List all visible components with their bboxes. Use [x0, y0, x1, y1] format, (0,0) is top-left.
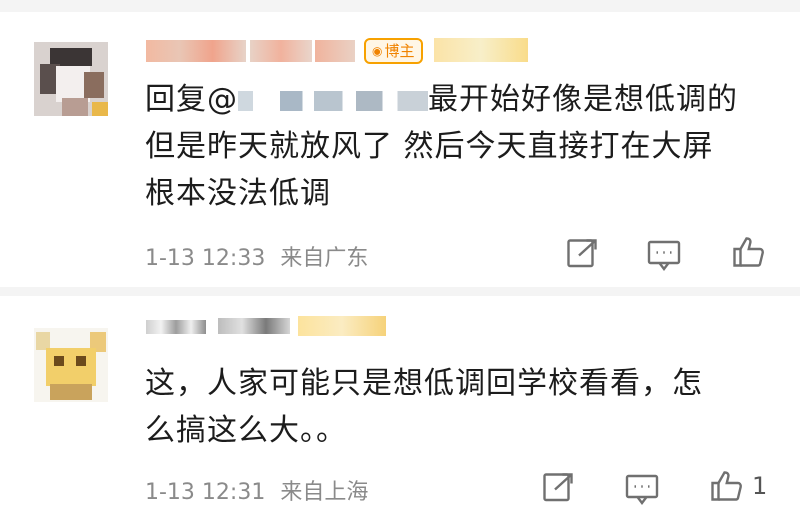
- share-icon[interactable]: [564, 236, 600, 272]
- comment-text: 这，人家可能只是想低调回学校看看，怎 么搞这么大。。: [145, 360, 765, 454]
- comment-card: ◉ 博主 回复@ 最开始好像是想低调的 但是昨天就放风了 然后今天直接打在大屏 根…: [0, 12, 800, 287]
- comment-location: 来自上海: [280, 480, 369, 505]
- like-count: 1: [752, 472, 768, 500]
- comment-icon[interactable]: [646, 236, 682, 272]
- comment-time: 1-13 12:33: [145, 246, 266, 271]
- mention-blurred[interactable]: [238, 90, 428, 111]
- weibo-icon: ◉: [372, 44, 383, 58]
- badge-blurred: [434, 38, 528, 62]
- like-icon[interactable]: [730, 234, 766, 270]
- comment-line: 么搞这么大。。: [145, 413, 347, 448]
- comment-line: 根本没法低调: [145, 176, 331, 211]
- like-icon[interactable]: [708, 468, 744, 504]
- comment-line: 回复@ 最开始好像是想低调的: [145, 76, 765, 123]
- comment-card: 这，人家可能只是想低调回学校看看，怎 么搞这么大。。 1-13 12:31 来自…: [0, 296, 800, 510]
- comment-line-tail: 最开始好像是想低调的: [428, 82, 738, 117]
- avatar[interactable]: [34, 328, 108, 402]
- comment-line: 这，人家可能只是想低调回学校看看，怎: [145, 366, 703, 401]
- comment-line: 但是昨天就放风了 然后今天直接打在大屏: [145, 129, 714, 164]
- author-badge: ◉ 博主: [364, 38, 423, 64]
- comment-location: 来自广东: [280, 246, 369, 271]
- comment-icon[interactable]: [624, 470, 660, 506]
- avatar[interactable]: [34, 42, 108, 116]
- comment-meta: 1-13 12:31 来自上海: [145, 474, 368, 506]
- reply-prefix: 回复@: [145, 82, 238, 117]
- comment-text: 回复@ 最开始好像是想低调的 但是昨天就放风了 然后今天直接打在大屏 根本没法低调: [145, 76, 765, 217]
- comment-time: 1-13 12:31: [145, 480, 266, 505]
- share-icon[interactable]: [540, 470, 576, 506]
- comment-meta: 1-13 12:33 来自广东: [145, 240, 368, 272]
